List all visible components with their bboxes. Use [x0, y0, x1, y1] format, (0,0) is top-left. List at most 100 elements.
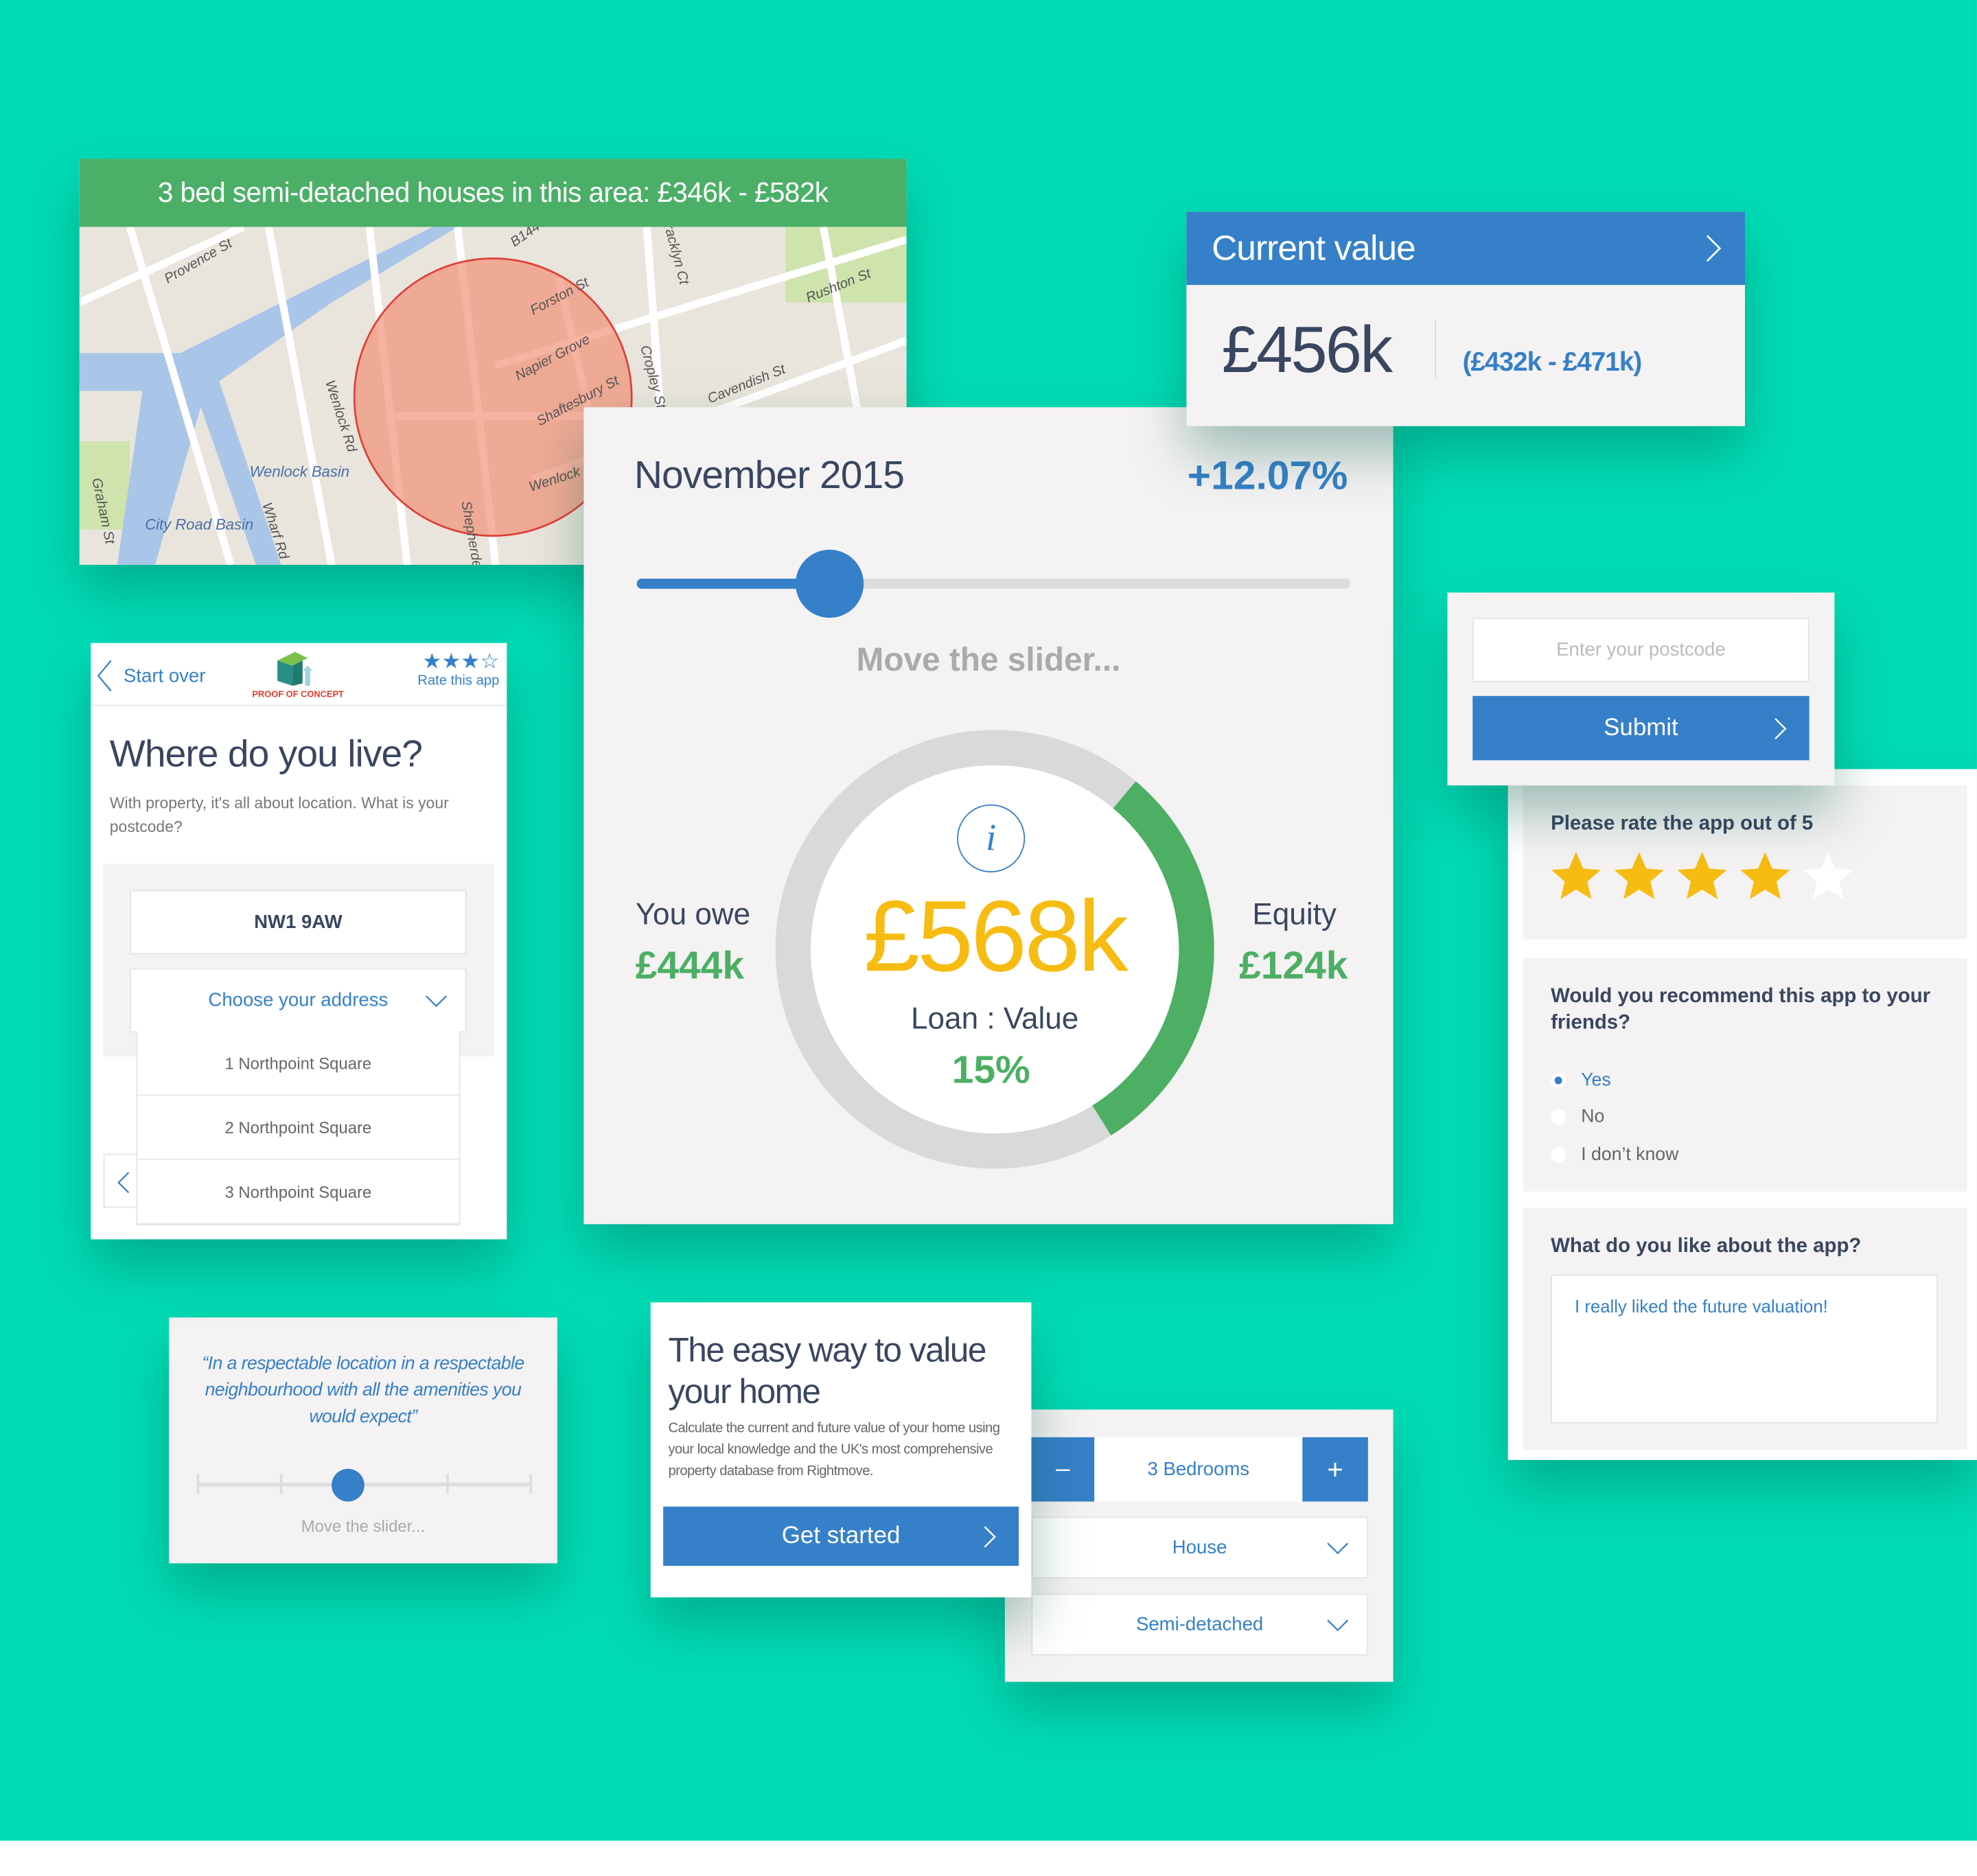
- feedback-textarea[interactable]: I really liked the future valuation!: [1551, 1274, 1939, 1424]
- address-option[interactable]: 1 Northpoint Square: [137, 1031, 459, 1096]
- survey-panel: Please rate the app out of 5 Would you r…: [1507, 769, 1977, 1460]
- radio-button[interactable]: [1551, 1146, 1566, 1162]
- star-filled-icon[interactable]: [1737, 848, 1793, 904]
- ltv-value: 15%: [951, 1047, 1030, 1092]
- page-title: Where do you live?: [109, 733, 423, 776]
- property-style-label: Semi-detached: [1135, 1613, 1264, 1636]
- address-select[interactable]: Choose your address: [130, 968, 467, 1033]
- chevron-down-icon: [1327, 1542, 1349, 1555]
- radio-label: I don’t know: [1581, 1144, 1679, 1165]
- property-type-select[interactable]: House: [1031, 1516, 1368, 1579]
- water-label: City Road Basin: [145, 516, 253, 533]
- minus-icon: –: [1056, 1455, 1070, 1483]
- radio-button[interactable]: [1551, 1109, 1566, 1125]
- submit-label: Submit: [1604, 714, 1678, 741]
- logo-text: PROOF OF CONCEPT: [252, 691, 344, 700]
- radio-option[interactable]: I don’t know: [1551, 1136, 1678, 1173]
- property-form-card: – 3 Bedrooms + House Semi-detached: [1004, 1409, 1394, 1682]
- rating-stars: ★★★☆: [422, 649, 500, 673]
- postcode-input[interactable]: Enter your postcode: [1472, 617, 1810, 682]
- map-banner: 3 bed semi-detached houses in this area:…: [79, 159, 907, 227]
- location-screen: Start over PROOF OF CONCEPT ★★★☆ Rate th…: [91, 642, 507, 1240]
- current-value-header[interactable]: Current value: [1186, 211, 1745, 286]
- slider-handle[interactable]: [795, 549, 864, 618]
- intro-card: The easy way to value your home Calculat…: [650, 1302, 1032, 1598]
- address-option[interactable]: 2 Northpoint Square: [137, 1096, 459, 1160]
- rate-app-label: Rate this app: [417, 673, 500, 688]
- rate-app-button[interactable]: ★★★☆ Rate this app: [417, 649, 500, 688]
- location-quote: “In a respectable location in a respecta…: [202, 1354, 524, 1428]
- ltv-label: Loan : Value: [911, 1002, 1079, 1037]
- value-range: (£432k - £471k): [1462, 347, 1643, 378]
- chevron-down-icon: [1327, 1619, 1349, 1632]
- house-logo-icon: [277, 651, 313, 686]
- date-slider[interactable]: [636, 549, 1351, 618]
- star-filled-icon[interactable]: [1674, 848, 1730, 904]
- chevron-right-icon: [1774, 717, 1787, 739]
- slider-hint: Move the slider...: [856, 640, 1121, 679]
- address-option[interactable]: 3 Northpoint Square: [137, 1160, 459, 1225]
- chevron-right-icon: [1706, 235, 1722, 262]
- future-value-card: November 2015 +12.07% Move the slider...…: [583, 407, 1394, 1225]
- slider-tick: [196, 1474, 200, 1494]
- feedback-title: What do you like about the app?: [1551, 1235, 1862, 1258]
- slider-tick: [446, 1474, 449, 1494]
- intro-body: Calculate the current and future value o…: [668, 1420, 1000, 1479]
- rating-section: Please rate the app out of 5: [1523, 785, 1967, 940]
- radio-option[interactable]: Yes: [1551, 1062, 1678, 1099]
- address-dropdown: 1 Northpoint Square 2 Northpoint Square 3 …: [136, 1031, 461, 1226]
- address-select-label: Choose your address: [208, 989, 389, 1012]
- star-empty-icon[interactable]: [1801, 848, 1856, 904]
- start-over-label: Start over: [123, 664, 206, 687]
- current-value: £456k: [1221, 314, 1393, 387]
- recommend-section: Would you recommend this app to your fri…: [1523, 958, 1967, 1192]
- page-subtitle: With property, it's all about location. …: [109, 794, 449, 836]
- star-filled-icon[interactable]: [1548, 848, 1604, 904]
- get-started-button[interactable]: Get started: [663, 1506, 1019, 1566]
- owe-value: £444k: [635, 942, 745, 988]
- value-change: +12.07%: [1187, 452, 1348, 498]
- intro-title: The easy way to value your home: [668, 1331, 986, 1411]
- rating-title: Please rate the app out of 5: [1551, 813, 1814, 835]
- divider: [1435, 320, 1437, 379]
- plus-icon: +: [1327, 1452, 1343, 1485]
- valuation-date: November 2015: [634, 452, 905, 497]
- postcode-field[interactable]: NW1 9AW: [130, 890, 467, 955]
- chevron-right-icon: [984, 1525, 996, 1547]
- app-header: Start over PROOF OF CONCEPT ★★★☆ Rate th…: [91, 643, 507, 706]
- submit-button[interactable]: Submit: [1472, 695, 1810, 761]
- decrease-bedrooms-button[interactable]: –: [1031, 1437, 1095, 1502]
- radio-label: Yes: [1581, 1069, 1611, 1091]
- bedrooms-value: 3 Bedrooms: [1094, 1437, 1303, 1502]
- location-slider[interactable]: [196, 1468, 533, 1502]
- slider-tick: [529, 1474, 533, 1494]
- current-value-title: Current value: [1212, 228, 1416, 268]
- start-over-button[interactable]: Start over: [96, 660, 206, 693]
- radio-label: No: [1581, 1107, 1605, 1128]
- recommend-title: Would you recommend this app to your fri…: [1551, 986, 1931, 1034]
- quote-card: “In a respectable location in a respecta…: [169, 1317, 557, 1564]
- water-label: Wenlock Basin: [250, 463, 349, 480]
- chevron-left-icon: [117, 1172, 130, 1194]
- equity-value: £124k: [1239, 942, 1348, 988]
- info-button[interactable]: i: [957, 804, 1026, 872]
- property-type-label: House: [1172, 1536, 1227, 1559]
- radio-option[interactable]: No: [1551, 1099, 1678, 1136]
- slider-tick: [279, 1474, 283, 1494]
- slider-hint: Move the slider...: [301, 1516, 426, 1536]
- star-filled-icon[interactable]: [1611, 848, 1667, 904]
- feedback-section: What do you like about the app? I really…: [1523, 1207, 1967, 1450]
- chevron-down-icon: [426, 995, 447, 1008]
- owe-label: You owe: [635, 897, 751, 932]
- postcode-form-card: Enter your postcode Submit: [1447, 592, 1835, 786]
- star-rating[interactable]: [1548, 848, 1855, 904]
- equity-label: Equity: [1252, 897, 1337, 932]
- increase-bedrooms-button[interactable]: +: [1302, 1437, 1368, 1502]
- info-icon: i: [985, 817, 997, 859]
- get-started-label: Get started: [781, 1522, 901, 1549]
- recommend-options: Yes No I don’t know: [1551, 1062, 1678, 1174]
- chevron-left-icon: [97, 660, 112, 692]
- slider-handle[interactable]: [331, 1468, 365, 1502]
- radio-button[interactable]: [1551, 1072, 1566, 1088]
- property-style-select[interactable]: Semi-detached: [1031, 1593, 1368, 1656]
